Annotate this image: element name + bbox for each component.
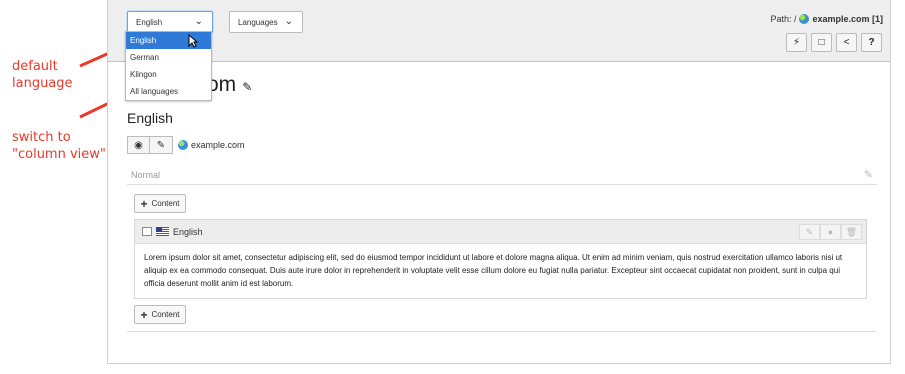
us-flag-icon [156,227,169,236]
content-element-header: English ✎ ● 🗑︎ [135,220,866,244]
annotation-column-view: switch to "column view" [12,130,106,162]
pencil-icon[interactable]: ✎ [150,136,173,154]
view-select[interactable]: Languages ⌄ [229,11,303,33]
lightning-icon[interactable]: ⚡︎ [786,33,807,52]
language-option-german[interactable]: German [126,49,211,66]
content-element-body: Lorem ipsum dolor sit amet, consectetur … [144,253,843,288]
note-icon[interactable]: □ [811,33,832,52]
site-label: example.com [178,140,245,150]
content-element: English ✎ ● 🗑︎ Lorem ipsum dolor sit ame… [134,219,867,299]
toggle-icon[interactable]: ● [820,224,841,240]
language-heading: English [127,110,173,126]
language-dropdown: English German Klingon All languages [125,31,212,101]
edit-column-icon[interactable]: ✎ [864,168,873,181]
divider [127,331,877,332]
module-panel: English ⌄ Languages ⌄ English German Kli… [107,0,891,364]
language-option-english[interactable]: English [126,32,211,49]
annotation-default-language: default language [12,59,73,91]
header-icon-buttons: ⚡︎ □ < ? [786,33,882,52]
page-title: om ✎ [207,73,253,96]
language-option-klingon[interactable]: Klingon [126,66,211,83]
add-content-button[interactable]: + Content [134,305,186,324]
share-icon[interactable]: < [836,33,857,52]
plus-icon: + [140,307,148,322]
doc-header: English ⌄ Languages ⌄ English German Kli… [108,0,890,101]
pencil-icon[interactable]: ✎ [799,224,820,240]
help-icon[interactable]: ? [861,33,882,52]
plus-icon: + [140,196,148,211]
column-header: Normal ✎ [127,165,877,185]
chevron-down-icon: ⌄ [284,16,293,27]
language-option-all[interactable]: All languages [126,83,211,100]
pencil-icon[interactable]: ✎ [242,80,252,94]
view-icon[interactable]: ◉ [127,136,150,154]
element-tools: ✎ ● 🗑︎ [799,224,862,240]
globe-icon [178,140,188,150]
page-actions: ◉ ✎ example.com [127,136,245,154]
globe-icon [799,14,810,24]
language-select[interactable]: English ⌄ [127,11,213,33]
add-content-button[interactable]: + Content [134,194,186,213]
column-label: Normal [131,170,161,180]
trash-icon[interactable]: 🗑︎ [841,224,862,240]
mouse-cursor-icon [188,34,198,48]
text-element-icon [142,227,152,236]
chevron-down-icon: ⌄ [194,16,203,27]
breadcrumb: Path: / example.com [1] [770,14,883,24]
